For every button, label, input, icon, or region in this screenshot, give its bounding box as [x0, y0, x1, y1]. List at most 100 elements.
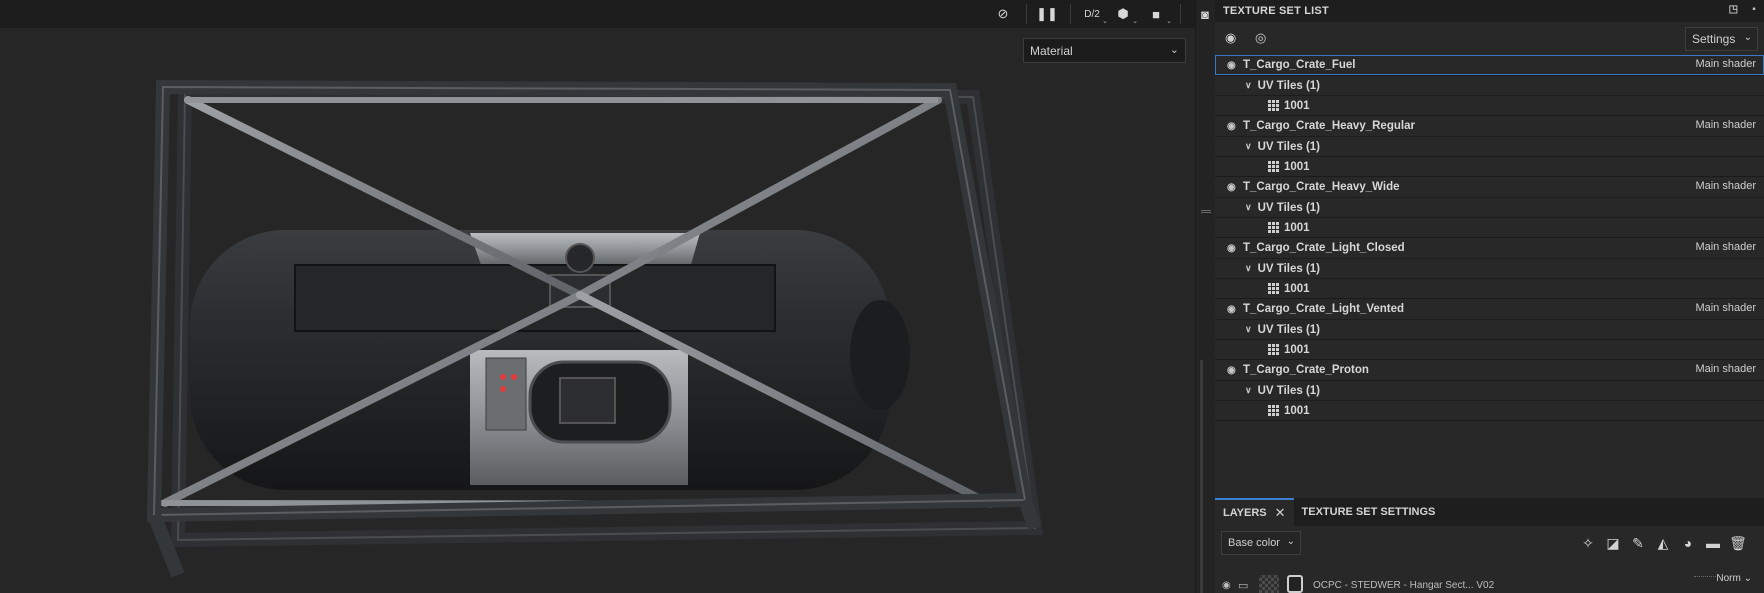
tab-layers[interactable]: LAYERS ✕: [1215, 498, 1294, 526]
grid-icon: [1268, 405, 1279, 416]
uv-tiles-label: UV Tiles (1): [1257, 201, 1321, 214]
uv-tiles-row[interactable]: ∨ UV Tiles (1): [1215, 258, 1764, 278]
video-camera-icon[interactable]: ■ ⌄: [1144, 2, 1172, 26]
uv-tiles-label: UV Tiles (1): [1257, 79, 1321, 92]
eye-icon[interactable]: ◉: [1227, 243, 1241, 254]
texture-set-row[interactable]: ◉ T_Cargo_Crate_Proton Main shader: [1215, 360, 1764, 380]
texture-set-shader[interactable]: Main shader: [1695, 180, 1756, 192]
texture-set-shader[interactable]: Main shader: [1695, 241, 1756, 253]
eye-slash-icon[interactable]: ⊘: [992, 2, 1014, 26]
texture-set-group: ◉ T_Cargo_Crate_Heavy_Regular Main shader ∨…: [1215, 116, 1764, 177]
texture-set-row[interactable]: ◉ T_Cargo_Crate_Light_Vented Main shader: [1215, 299, 1764, 319]
folder-icon[interactable]: ▬: [1704, 535, 1722, 551]
fill-icon[interactable]: ◭: [1654, 535, 1672, 551]
eye-icon[interactable]: ◉: [1227, 121, 1241, 132]
uv-tile-row[interactable]: 1001: [1215, 339, 1764, 359]
brush-icon[interactable]: ✎: [1629, 535, 1647, 551]
cube-icon[interactable]: ⬢ ⌄: [1112, 2, 1138, 26]
texture-set-name: T_Cargo_Crate_Heavy_Regular: [1243, 120, 1415, 132]
chevron-down-icon[interactable]: ∨: [1245, 263, 1252, 274]
uv-tile-row[interactable]: 1001: [1215, 95, 1764, 115]
tab-texture-set-settings[interactable]: TEXTURE SET SETTINGS: [1294, 498, 1444, 526]
folder-icon[interactable]: ▭: [1238, 579, 1248, 592]
3d-model-render: [146, 79, 1044, 578]
grid-icon: [1268, 222, 1279, 233]
texture-set-row[interactable]: ◉ T_Cargo_Crate_Fuel Main shader: [1215, 55, 1764, 75]
settings-dropdown[interactable]: Settings ⌄: [1685, 27, 1758, 51]
texture-set-group: ◉ T_Cargo_Crate_Proton Main shader ∨ UV Tile…: [1215, 360, 1764, 421]
material-select[interactable]: Material ⌄: [1023, 38, 1186, 63]
uv-tiles-label: UV Tiles (1): [1257, 262, 1321, 275]
texture-set-name: T_Cargo_Crate_Light_Vented: [1243, 303, 1405, 315]
blend-mode-value: Norm: [1716, 573, 1741, 584]
close-icon[interactable]: ✕: [1275, 505, 1286, 521]
texture-set-row[interactable]: ◉ T_Cargo_Crate_Heavy_Regular Main shader: [1215, 116, 1764, 136]
layer-row[interactable]: ◉ ▭ OCPC - STEDWER - Hangar Sect... V02 …: [1215, 560, 1764, 593]
texture-set-shader[interactable]: Main shader: [1695, 363, 1756, 375]
layers-panel: LAYERS ✕ TEXTURE SET SETTINGS Base color…: [1215, 498, 1764, 593]
channel-select[interactable]: Base color ⌄: [1221, 531, 1301, 555]
dimension-toggle-button[interactable]: D/2 ⌄: [1080, 2, 1108, 26]
chevron-down-icon[interactable]: ∨: [1245, 80, 1252, 91]
pause-icon[interactable]: ❚❚: [1036, 2, 1058, 26]
panel-splitter[interactable]: ◙: [1195, 0, 1215, 593]
layer-mask-thumbnail: [1287, 575, 1303, 593]
texture-set-name: T_Cargo_Crate_Light_Closed: [1243, 242, 1405, 254]
layer-thumbnail: [1259, 575, 1279, 593]
chevron-down-icon[interactable]: ∨: [1245, 141, 1252, 152]
visibility-cycle-icon[interactable]: ◉: [1225, 30, 1236, 46]
add-mask-icon[interactable]: ◪: [1604, 535, 1622, 551]
texture-set-row[interactable]: ◉ T_Cargo_Crate_Heavy_Wide Main shader: [1215, 177, 1764, 197]
texture-set-shader[interactable]: Main shader: [1695, 302, 1756, 314]
eye-icon[interactable]: ◉: [1227, 365, 1241, 376]
tab-texture-set-settings-label: TEXTURE SET SETTINGS: [1301, 506, 1436, 518]
uv-tiles-row[interactable]: ∨ UV Tiles (1): [1215, 136, 1764, 156]
grid-icon: [1268, 283, 1279, 294]
uv-tile-row[interactable]: 1001: [1215, 278, 1764, 298]
tab-layers-label: LAYERS: [1223, 507, 1267, 519]
texture-set-row[interactable]: ◉ T_Cargo_Crate_Light_Closed Main shader: [1215, 238, 1764, 258]
3d-viewport[interactable]: ⊘ ❚❚ D/2 ⌄ ⬢ ⌄ ■ ⌄ Material ⌄: [0, 0, 1195, 593]
uv-tile-row[interactable]: 1001: [1215, 400, 1764, 420]
uv-tiles-row[interactable]: ∨ UV Tiles (1): [1215, 197, 1764, 217]
uv-tiles-label: UV Tiles (1): [1257, 323, 1321, 336]
texture-set-group: ◉ T_Cargo_Crate_Fuel Main shader ∨ UV Tiles …: [1215, 55, 1764, 116]
uv-tile-row[interactable]: 1001: [1215, 156, 1764, 176]
texture-set-group: ◉ T_Cargo_Crate_Light_Closed Main shader ∨ U…: [1215, 238, 1764, 299]
eye-icon[interactable]: ◉: [1227, 60, 1241, 71]
channel-select-value: Base color: [1228, 537, 1280, 549]
smart-material-icon[interactable]: ◕: [1679, 535, 1697, 551]
texture-set-shader[interactable]: Main shader: [1695, 119, 1756, 131]
chevron-down-icon[interactable]: ∨: [1245, 385, 1252, 396]
viewport-toolbar: ⊘ ❚❚ D/2 ⌄ ⬢ ⌄ ■ ⌄: [0, 0, 1195, 28]
texture-set-group: ◉ T_Cargo_Crate_Heavy_Wide Main shader ∨ UV …: [1215, 177, 1764, 238]
magic-wand-icon[interactable]: ✧: [1579, 535, 1597, 551]
eye-icon[interactable]: ◉: [1222, 580, 1231, 591]
eye-icon[interactable]: ◉: [1227, 304, 1241, 315]
material-select-value: Material: [1030, 44, 1073, 58]
blend-mode-select[interactable]: Norm ⌄: [1716, 573, 1752, 584]
uv-tile-row[interactable]: 1001: [1215, 217, 1764, 237]
chevron-down-icon[interactable]: ∨: [1245, 202, 1252, 213]
texture-set-list-toolbar: ◉ ◎ Settings ⌄: [1215, 22, 1764, 54]
layer-name: OCPC - STEDWER - Hangar Sect... V02: [1313, 580, 1495, 591]
texture-set-list-header: TEXTURE SET LIST ◳ ▪: [1215, 0, 1764, 22]
chevron-down-icon: ⌄: [1169, 44, 1179, 56]
undock-icon[interactable]: ◳: [1729, 4, 1739, 15]
texture-set-list-title: TEXTURE SET LIST: [1223, 5, 1329, 17]
grid-icon: [1268, 161, 1279, 172]
close-icon[interactable]: ▪: [1752, 4, 1756, 15]
viewport-scrollbar[interactable]: [1200, 360, 1203, 593]
chevron-down-icon[interactable]: ∨: [1245, 324, 1252, 335]
camera-icon[interactable]: ◙: [1194, 2, 1216, 26]
texture-set-shader[interactable]: Main shader: [1695, 58, 1756, 70]
uv-tiles-row[interactable]: ∨ UV Tiles (1): [1215, 380, 1764, 400]
uv-tiles-row[interactable]: ∨ UV Tiles (1): [1215, 319, 1764, 339]
delete-icon[interactable]: 🗑: [1729, 535, 1747, 551]
eye-icon[interactable]: ◎: [1255, 30, 1266, 46]
splitter-grip[interactable]: [1201, 210, 1211, 213]
eye-icon[interactable]: ◉: [1227, 182, 1241, 193]
uv-tile-label: 1001: [1284, 282, 1310, 295]
uv-tiles-row[interactable]: ∨ UV Tiles (1): [1215, 75, 1764, 95]
uv-tiles-label: UV Tiles (1): [1257, 140, 1321, 153]
